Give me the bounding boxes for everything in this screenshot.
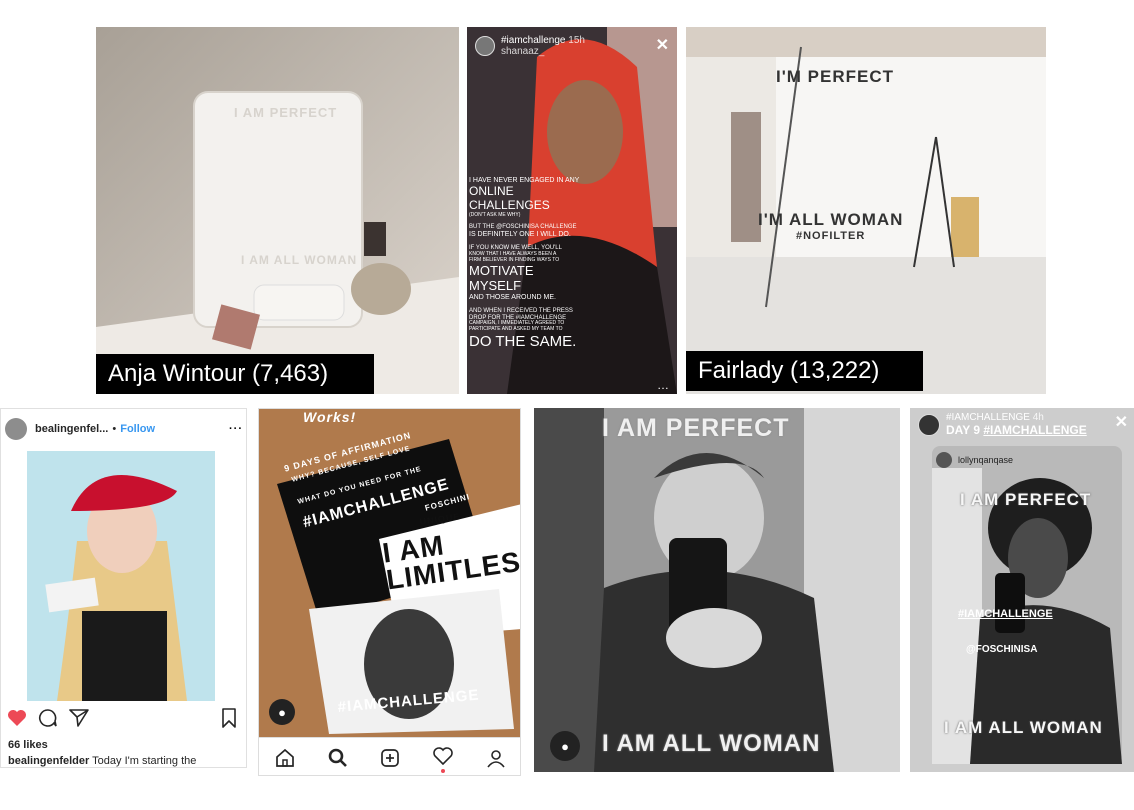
avatar	[936, 452, 952, 468]
overlay-text-tag: #IAMCHALLENGE	[958, 608, 1053, 620]
caption-username[interactable]: bealingenfelder	[8, 755, 89, 767]
heart-icon[interactable]	[7, 709, 27, 727]
close-icon[interactable]: ✕	[1115, 412, 1128, 432]
follow-link[interactable]: Follow	[120, 423, 155, 435]
story-line: MOTIVATE MYSELF	[469, 262, 534, 293]
ig-post-bealingenfelder[interactable]: bealingenfel... • Follow ··· 66 likes be…	[0, 408, 247, 768]
works-text: Works!	[303, 409, 357, 425]
post-caption: bealingenfelder Today I'm starting the	[8, 755, 196, 767]
tile-caption: Anja Wintour (7,463)	[96, 354, 374, 394]
story-username: shanaaz_	[501, 46, 545, 57]
mirror-text-bottom: I AM ALL WOMAN	[602, 730, 821, 757]
tile-caption: Fairlady (13,222)	[686, 351, 923, 391]
photo-tile-mirror-selfie[interactable]: I AM PERFECT I AM ALL WOMAN ●	[534, 408, 900, 772]
story-time: 15h	[568, 35, 585, 46]
story-time: 4h	[1032, 412, 1044, 423]
user-profile-icon[interactable]: ●	[550, 731, 580, 761]
post-header: bealingenfel... • Follow ···	[5, 417, 243, 441]
bottom-nav-bar	[259, 737, 520, 775]
dot-separator: •	[112, 423, 117, 435]
overlay-text-mid: I'M ALL WOMAN	[758, 210, 904, 229]
story-line: DO THE SAME.	[469, 332, 577, 350]
story-header: #iamchallenge 15h shanaaz_	[475, 35, 585, 57]
mirror-text-bottom: I AM ALL WOMAN	[241, 253, 358, 267]
repost-header: lollynqanqase	[936, 452, 1013, 468]
story-line: IS DEFINITELY ONE I WILL DO.	[469, 231, 571, 239]
caption-text: Today I'm starting the	[92, 755, 197, 767]
overlay-text-top: I AM PERFECT	[960, 490, 1092, 509]
avatar[interactable]	[5, 418, 27, 440]
story-tile-shanaaz[interactable]: #iamchallenge 15h shanaaz_ ✕ I HAVE NEVE…	[467, 27, 677, 394]
selfie-bw-photo	[534, 408, 900, 772]
more-options-icon[interactable]: ···	[229, 423, 243, 435]
mirror-text-top: I AM PERFECT	[234, 105, 338, 120]
post-username[interactable]: bealingenfel...	[35, 423, 108, 435]
story-line: AND THOSE AROUND ME.	[469, 293, 556, 301]
overlay-text-tag: #NOFILTER	[796, 230, 866, 242]
user-profile-icon[interactable]: ●	[269, 699, 295, 725]
story-line: BUT THE @FOSCHINISA CHALLENGE	[469, 224, 577, 231]
story-hashtag: #iamchallenge	[501, 35, 566, 46]
profile-icon[interactable]	[486, 748, 506, 768]
day-label: DAY 9	[946, 423, 981, 437]
more-icon[interactable]: …	[657, 378, 669, 392]
overlay-text-mention: @FOSCHINISA	[966, 644, 1038, 655]
story-header: #IAMCHALLENGE 4h DAY 9 #IAMCHALLENGE	[918, 412, 1087, 437]
story-hashtag: #IAMCHALLENGE	[946, 412, 1030, 423]
bookmark-icon[interactable]	[221, 708, 237, 728]
search-icon[interactable]	[328, 748, 348, 768]
overlay-text-top: I'M PERFECT	[776, 67, 894, 86]
mirror-product-photo	[96, 27, 459, 394]
story-text-block: I HAVE NEVER ENGAGED IN ANY ONLINE CHALL…	[469, 177, 581, 350]
repost-username[interactable]: lollynqanqase	[958, 455, 1013, 465]
home-icon[interactable]	[275, 748, 295, 768]
post-photo	[27, 451, 215, 701]
notification-dot	[441, 768, 446, 773]
close-icon[interactable]: ✕	[656, 35, 669, 55]
likes-count[interactable]: 66 likes	[8, 739, 48, 751]
day-hashtag: #IAMCHALLENGE	[983, 423, 1087, 437]
photo-tile-anja-wintour[interactable]: I AM PERFECT I AM ALL WOMAN Anja Wintour…	[96, 27, 459, 394]
ig-post-challenge-cards[interactable]: Works! 9 DAYS OF AFFIRMATION WHY? BECAUS…	[258, 408, 521, 776]
new-post-icon[interactable]	[380, 748, 400, 768]
avatar	[475, 36, 495, 56]
comment-icon[interactable]	[38, 708, 58, 728]
story-line: AND WHEN I RECEIVED THE PRESS	[469, 307, 573, 314]
share-icon[interactable]	[69, 709, 89, 727]
activity-tab[interactable]	[433, 746, 453, 773]
story-tile-lolly[interactable]: #IAMCHALLENGE 4h DAY 9 #IAMCHALLENGE ✕ l…	[910, 408, 1134, 772]
avatar	[918, 413, 940, 436]
mirror-text-top: I AM PERFECT	[602, 414, 790, 442]
heart-outline-icon[interactable]	[433, 746, 453, 765]
story-line: ONLINE CHALLENGES	[469, 184, 550, 212]
story-line: (DON'T ASK ME WHY)	[469, 211, 521, 218]
overlay-text-bottom: I AM ALL WOMAN	[944, 718, 1103, 737]
photo-tile-fairlady[interactable]: I'M PERFECT I'M ALL WOMAN #NOFILTER Fair…	[686, 27, 1046, 394]
